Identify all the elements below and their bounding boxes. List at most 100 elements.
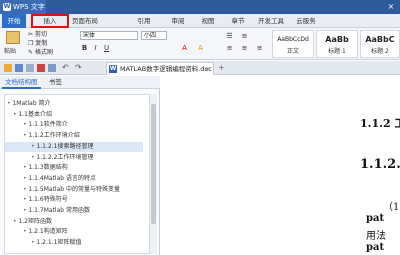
new-tab-button[interactable]: + — [218, 63, 225, 72]
outline-item-label: 1.1.5Matlab 中的常量与特殊变量 — [28, 185, 120, 193]
copy-button[interactable]: ❐ 复制 — [28, 39, 47, 48]
font-size-select[interactable]: 小四 — [141, 31, 167, 40]
window-controls: × — [386, 2, 396, 11]
document-tab-label: MATLAB数字逻辑编程资料.doc — [120, 65, 212, 73]
outline-item[interactable]: • 1.1.6特殊符号 — [5, 195, 143, 205]
brush-icon: ✎ — [28, 49, 34, 56]
align-right-icon[interactable]: ≡ — [255, 44, 264, 53]
underline-button[interactable]: U — [102, 44, 111, 53]
outline-scrollbar[interactable] — [150, 94, 157, 254]
outline-item[interactable]: • 1.1.7Matlab 常用函数 — [5, 206, 143, 216]
outline-item-label: 1Matlab 简介 — [12, 100, 51, 107]
outline-item[interactable]: • 1.1.4Matlab 语言的特点 — [5, 174, 143, 184]
paste-icon[interactable] — [6, 31, 20, 44]
style-heading-2[interactable]: AaBbC 标题 2 — [360, 30, 400, 58]
outline-item[interactable]: • 1.1.1软件简介 — [5, 120, 143, 130]
outline-item-label: 1.1.7Matlab 常用函数 — [28, 207, 90, 214]
save-icon[interactable] — [15, 64, 23, 72]
tab-page-layout[interactable]: 页面布局 — [70, 14, 100, 28]
tab-document-map[interactable]: 文档结构图 — [2, 76, 41, 89]
app-menu-button[interactable]: WWPS 文字 ▾ — [0, 0, 46, 25]
outline-item-label: 1.1基本介绍 — [18, 110, 52, 118]
preview-icon[interactable] — [48, 64, 56, 72]
tab-references[interactable]: 引用 — [134, 14, 154, 28]
print-icon[interactable] — [26, 64, 34, 72]
scissors-icon: ✂ — [28, 31, 34, 38]
document-heading-2: 1.1.2.1 — [360, 157, 400, 172]
ribbon-toolbar: 粘贴 ✂ 剪切 ❐ 复制 ✎ 格式刷 宋体 小四 B I U A A ☰ ≡ ≡… — [0, 28, 400, 60]
document-tab[interactable]: W MATLAB数字逻辑编程资料.doc × — [106, 62, 214, 75]
copy-label: 复制 — [35, 40, 48, 47]
outline-item[interactable]: • 1.1.2工作环境介绍 — [5, 131, 143, 141]
paste-button[interactable]: 粘贴 — [4, 47, 16, 56]
format-painter-button[interactable]: ✎ 格式刷 — [28, 48, 53, 57]
body-line: pat — [366, 213, 385, 224]
align-left-icon[interactable]: ≡ — [225, 44, 234, 53]
document-page[interactable]: 1.1.2 工 1.1.2.1 （1 pat 用法 pat — [161, 76, 400, 255]
body-line: 用法 — [366, 231, 386, 242]
outline-item[interactable]: • 1.1.2.1搜索路径管理 — [5, 141, 143, 152]
outline-item[interactable]: • 1Matlab 简介 — [5, 99, 143, 109]
outline-item-label: 1.1.6特殊符号 — [28, 196, 68, 204]
outline-item-label: 1.2矩阵函数 — [18, 217, 52, 225]
tab-bookmarks[interactable]: 书签 — [46, 76, 65, 89]
document-outline-tree: • 1Matlab 简介 • 1.1基本介绍 • 1.1.1软件简介 • 1.1.2工… — [4, 94, 150, 254]
outline-item[interactable]: • 1.2.1.1矩阵赋值 — [5, 238, 143, 248]
word-doc-icon: W — [109, 65, 117, 73]
scroll-thumb[interactable] — [151, 104, 156, 224]
outline-item-label: 1.1.2.1搜索路径管理 — [36, 142, 94, 150]
tab-developer[interactable]: 开发工具 — [256, 14, 286, 28]
document-tab-bar: ↶ ↷ W MATLAB数字逻辑编程资料.doc × + — [0, 61, 400, 75]
menu-bar: 开始 插入 页面布局 引用 审阅 视图 章节 开发工具 云服务 — [0, 14, 400, 28]
tab-cloud[interactable]: 云服务 — [294, 14, 318, 28]
style-heading-1[interactable]: AaBb 标题 1 — [316, 30, 358, 58]
body-line: （1 — [383, 202, 400, 213]
outline-item-label: 1.1.2.2工作环境管理 — [36, 153, 94, 161]
format-painter-label: 格式刷 — [34, 49, 53, 56]
font-name-select[interactable]: 宋体 — [80, 31, 138, 40]
outline-item-label: 1.2.1.1矩阵赋值 — [36, 239, 82, 247]
outline-item-label: 1.1.3数据结构 — [28, 164, 68, 172]
bullets-icon[interactable]: ☰ — [225, 32, 234, 41]
outline-item[interactable]: • 1.1基本介绍 — [5, 110, 143, 120]
tab-sections[interactable]: 章节 — [228, 14, 248, 28]
outline-item-label: 1.1.2工作环境介绍 — [28, 132, 80, 140]
tab-insert[interactable]: 插入 — [31, 14, 69, 28]
tab-view[interactable]: 视图 — [198, 14, 218, 28]
open-folder-icon[interactable] — [4, 64, 12, 72]
highlight-icon[interactable]: A — [196, 44, 205, 53]
close-tab-icon[interactable]: × — [205, 63, 210, 75]
app-name: WPS 文字 — [13, 3, 45, 11]
style-name: 标题 2 — [371, 48, 389, 55]
outline-item-label: 1.2.1构造矩阵 — [28, 228, 68, 236]
title-bar: WWPS 文字 ▾ × — [0, 0, 400, 25]
align-center-icon[interactable]: ≡ — [240, 44, 249, 53]
cut-label: 剪切 — [34, 31, 47, 38]
style-normal[interactable]: AaBbCcDd 正文 — [272, 30, 314, 58]
navigation-pane: 文档结构图 书签 • 1Matlab 简介 • 1.1基本介绍 • 1.1.1软件简… — [0, 76, 160, 255]
outline-item[interactable]: • 1.1.5Matlab 中的常量与特殊变量 — [5, 185, 143, 195]
redo-icon[interactable]: ↷ — [75, 64, 83, 72]
outline-item-label: 1.1.1软件简介 — [28, 121, 68, 129]
cut-button[interactable]: ✂ 剪切 — [28, 30, 47, 39]
pdf-icon[interactable] — [37, 64, 45, 72]
outline-item[interactable]: • 1.2.1构造矩阵 — [5, 227, 143, 237]
style-name: 标题 1 — [328, 48, 346, 55]
style-sample: AaBbCcDd — [277, 36, 309, 43]
numbering-icon[interactable]: ≡ — [240, 32, 249, 41]
outline-item[interactable]: • 1.1.2.2工作环境管理 — [5, 153, 143, 163]
outline-item[interactable]: • 1.1.3数据结构 — [5, 163, 143, 173]
body-line: pat — [366, 242, 385, 253]
outline-item-label: 1.1.4Matlab 语言的特点 — [28, 174, 96, 182]
close-icon[interactable]: × — [386, 2, 396, 11]
undo-icon[interactable]: ↶ — [62, 64, 70, 72]
outline-item[interactable]: • 1.2矩阵函数 — [5, 217, 143, 227]
font-color-icon[interactable]: A — [180, 44, 189, 53]
navigation-tabs: 文档结构图 书签 — [0, 76, 160, 89]
style-name: 正文 — [286, 48, 299, 55]
bold-button[interactable]: B — [80, 44, 89, 53]
tab-review[interactable]: 审阅 — [168, 14, 188, 28]
tab-home[interactable]: 开始 — [2, 14, 26, 28]
document-heading-1: 1.1.2 工 — [360, 117, 400, 130]
italic-button[interactable]: I — [91, 44, 100, 53]
